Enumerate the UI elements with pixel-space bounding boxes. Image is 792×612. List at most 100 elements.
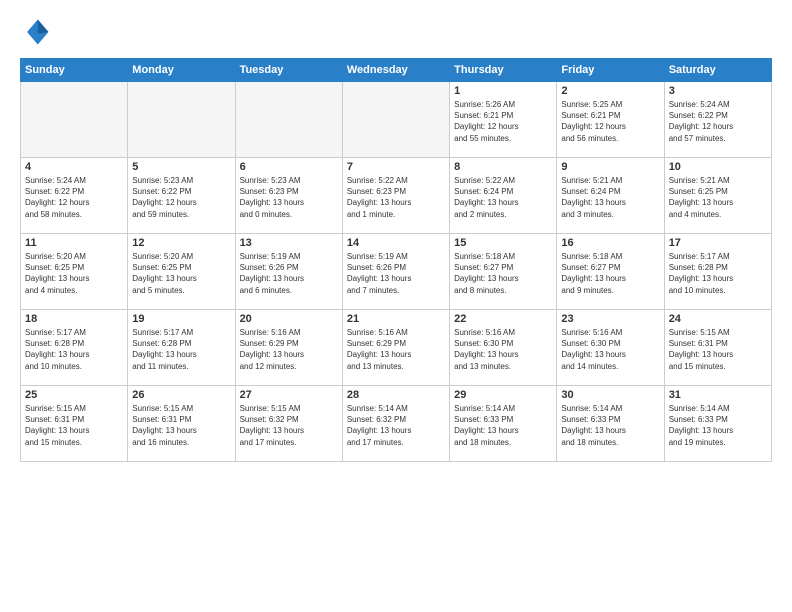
day-info: Sunrise: 5:16 AM Sunset: 6:30 PM Dayligh…	[561, 327, 659, 372]
calendar-cell: 3 Sunrise: 5:24 AM Sunset: 6:22 PM Daylig…	[664, 82, 771, 158]
day-info: Sunrise: 5:17 AM Sunset: 6:28 PM Dayligh…	[25, 327, 123, 372]
day-info: Sunrise: 5:19 AM Sunset: 6:26 PM Dayligh…	[240, 251, 338, 296]
day-number: 24	[669, 313, 767, 325]
logo-icon	[20, 16, 52, 48]
day-number: 20	[240, 313, 338, 325]
day-number: 21	[347, 313, 445, 325]
day-number: 13	[240, 237, 338, 249]
day-info: Sunrise: 5:24 AM Sunset: 6:22 PM Dayligh…	[669, 99, 767, 144]
day-number: 31	[669, 389, 767, 401]
calendar-cell: 4Sunrise: 5:24 AM Sunset: 6:22 PM Daylig…	[21, 158, 128, 234]
logo	[20, 16, 56, 48]
day-info: Sunrise: 5:18 AM Sunset: 6:27 PM Dayligh…	[454, 251, 552, 296]
day-number: 1	[454, 85, 552, 97]
calendar-cell: 18 Sunrise: 5:17 AM Sunset: 6:28 PM Dayli…	[21, 310, 128, 386]
day-number: 11	[25, 237, 123, 249]
day-info: Sunrise: 5:14 AM Sunset: 6:33 PM Dayligh…	[454, 403, 552, 448]
day-number: 26	[132, 389, 230, 401]
day-info: Sunrise: 5:17 AM Sunset: 6:28 PM Dayligh…	[132, 327, 230, 372]
day-info: Sunrise: 5:22 AM Sunset: 6:24 PM Dayligh…	[454, 175, 552, 220]
calendar-cell: 23 Sunrise: 5:16 AM Sunset: 6:30 PM Dayli…	[557, 310, 664, 386]
week-row-1: 1 Sunrise: 5:26 AM Sunset: 6:21 PM Daylig…	[21, 82, 772, 158]
weekday-header-thursday: Thursday	[450, 59, 557, 82]
day-number: 17	[669, 237, 767, 249]
calendar-cell: 25Sunrise: 5:15 AM Sunset: 6:31 PM Dayli…	[21, 386, 128, 462]
day-number: 7	[347, 161, 445, 173]
calendar-cell: 10Sunrise: 5:21 AM Sunset: 6:25 PM Dayli…	[664, 158, 771, 234]
calendar-cell: 13 Sunrise: 5:19 AM Sunset: 6:26 PM Dayli…	[235, 234, 342, 310]
day-number: 30	[561, 389, 659, 401]
day-info: Sunrise: 5:26 AM Sunset: 6:21 PM Dayligh…	[454, 99, 552, 144]
weekday-header-friday: Friday	[557, 59, 664, 82]
week-row-4: 18 Sunrise: 5:17 AM Sunset: 6:28 PM Dayli…	[21, 310, 772, 386]
day-number: 23	[561, 313, 659, 325]
weekday-header-tuesday: Tuesday	[235, 59, 342, 82]
week-row-2: 4Sunrise: 5:24 AM Sunset: 6:22 PM Daylig…	[21, 158, 772, 234]
day-info: Sunrise: 5:19 AM Sunset: 6:26 PM Dayligh…	[347, 251, 445, 296]
calendar-cell: 29 Sunrise: 5:14 AM Sunset: 6:33 PM Dayli…	[450, 386, 557, 462]
calendar-cell: 20 Sunrise: 5:16 AM Sunset: 6:29 PM Dayli…	[235, 310, 342, 386]
calendar-cell: 8Sunrise: 5:22 AM Sunset: 6:24 PM Daylig…	[450, 158, 557, 234]
day-info: Sunrise: 5:21 AM Sunset: 6:25 PM Dayligh…	[669, 175, 767, 220]
day-number: 29	[454, 389, 552, 401]
day-number: 14	[347, 237, 445, 249]
day-info: Sunrise: 5:23 AM Sunset: 6:23 PM Dayligh…	[240, 175, 338, 220]
calendar-cell: 21 Sunrise: 5:16 AM Sunset: 6:29 PM Dayli…	[342, 310, 449, 386]
calendar-cell: 6 Sunrise: 5:23 AM Sunset: 6:23 PM Daylig…	[235, 158, 342, 234]
calendar: SundayMondayTuesdayWednesdayThursdayFrid…	[20, 58, 772, 462]
day-number: 12	[132, 237, 230, 249]
day-number: 16	[561, 237, 659, 249]
day-info: Sunrise: 5:22 AM Sunset: 6:23 PM Dayligh…	[347, 175, 445, 220]
page: SundayMondayTuesdayWednesdayThursdayFrid…	[0, 0, 792, 612]
calendar-cell: 28 Sunrise: 5:14 AM Sunset: 6:32 PM Dayli…	[342, 386, 449, 462]
day-number: 18	[25, 313, 123, 325]
calendar-cell: 24 Sunrise: 5:15 AM Sunset: 6:31 PM Dayli…	[664, 310, 771, 386]
calendar-cell: 31 Sunrise: 5:14 AM Sunset: 6:33 PM Dayli…	[664, 386, 771, 462]
day-number: 2	[561, 85, 659, 97]
day-info: Sunrise: 5:14 AM Sunset: 6:33 PM Dayligh…	[561, 403, 659, 448]
day-info: Sunrise: 5:20 AM Sunset: 6:25 PM Dayligh…	[132, 251, 230, 296]
day-number: 19	[132, 313, 230, 325]
calendar-cell	[342, 82, 449, 158]
calendar-cell: 16 Sunrise: 5:18 AM Sunset: 6:27 PM Dayli…	[557, 234, 664, 310]
day-info: Sunrise: 5:15 AM Sunset: 6:32 PM Dayligh…	[240, 403, 338, 448]
calendar-cell: 7 Sunrise: 5:22 AM Sunset: 6:23 PM Daylig…	[342, 158, 449, 234]
calendar-cell: 27 Sunrise: 5:15 AM Sunset: 6:32 PM Dayli…	[235, 386, 342, 462]
day-number: 6	[240, 161, 338, 173]
weekday-header-monday: Monday	[128, 59, 235, 82]
day-info: Sunrise: 5:15 AM Sunset: 6:31 PM Dayligh…	[132, 403, 230, 448]
header	[20, 16, 772, 48]
day-info: Sunrise: 5:17 AM Sunset: 6:28 PM Dayligh…	[669, 251, 767, 296]
day-info: Sunrise: 5:16 AM Sunset: 6:29 PM Dayligh…	[240, 327, 338, 372]
day-number: 5	[132, 161, 230, 173]
calendar-cell: 14 Sunrise: 5:19 AM Sunset: 6:26 PM Dayli…	[342, 234, 449, 310]
weekday-header-saturday: Saturday	[664, 59, 771, 82]
day-info: Sunrise: 5:15 AM Sunset: 6:31 PM Dayligh…	[669, 327, 767, 372]
weekday-header-row: SundayMondayTuesdayWednesdayThursdayFrid…	[21, 59, 772, 82]
day-number: 9	[561, 161, 659, 173]
day-info: Sunrise: 5:25 AM Sunset: 6:21 PM Dayligh…	[561, 99, 659, 144]
day-info: Sunrise: 5:15 AM Sunset: 6:31 PM Dayligh…	[25, 403, 123, 448]
calendar-cell: 9Sunrise: 5:21 AM Sunset: 6:24 PM Daylig…	[557, 158, 664, 234]
day-number: 22	[454, 313, 552, 325]
calendar-cell: 11 Sunrise: 5:20 AM Sunset: 6:25 PM Dayli…	[21, 234, 128, 310]
weekday-header-wednesday: Wednesday	[342, 59, 449, 82]
calendar-cell: 19 Sunrise: 5:17 AM Sunset: 6:28 PM Dayli…	[128, 310, 235, 386]
calendar-cell: 30 Sunrise: 5:14 AM Sunset: 6:33 PM Dayli…	[557, 386, 664, 462]
day-info: Sunrise: 5:16 AM Sunset: 6:29 PM Dayligh…	[347, 327, 445, 372]
calendar-cell: 15Sunrise: 5:18 AM Sunset: 6:27 PM Dayli…	[450, 234, 557, 310]
calendar-cell: 5Sunrise: 5:23 AM Sunset: 6:22 PM Daylig…	[128, 158, 235, 234]
day-info: Sunrise: 5:20 AM Sunset: 6:25 PM Dayligh…	[25, 251, 123, 296]
calendar-cell: 26 Sunrise: 5:15 AM Sunset: 6:31 PM Dayli…	[128, 386, 235, 462]
calendar-cell: 2 Sunrise: 5:25 AM Sunset: 6:21 PM Daylig…	[557, 82, 664, 158]
day-info: Sunrise: 5:14 AM Sunset: 6:32 PM Dayligh…	[347, 403, 445, 448]
day-info: Sunrise: 5:14 AM Sunset: 6:33 PM Dayligh…	[669, 403, 767, 448]
day-info: Sunrise: 5:18 AM Sunset: 6:27 PM Dayligh…	[561, 251, 659, 296]
day-number: 3	[669, 85, 767, 97]
calendar-cell	[235, 82, 342, 158]
calendar-cell	[21, 82, 128, 158]
day-number: 4	[25, 161, 123, 173]
calendar-cell: 12 Sunrise: 5:20 AM Sunset: 6:25 PM Dayli…	[128, 234, 235, 310]
day-number: 28	[347, 389, 445, 401]
day-number: 27	[240, 389, 338, 401]
